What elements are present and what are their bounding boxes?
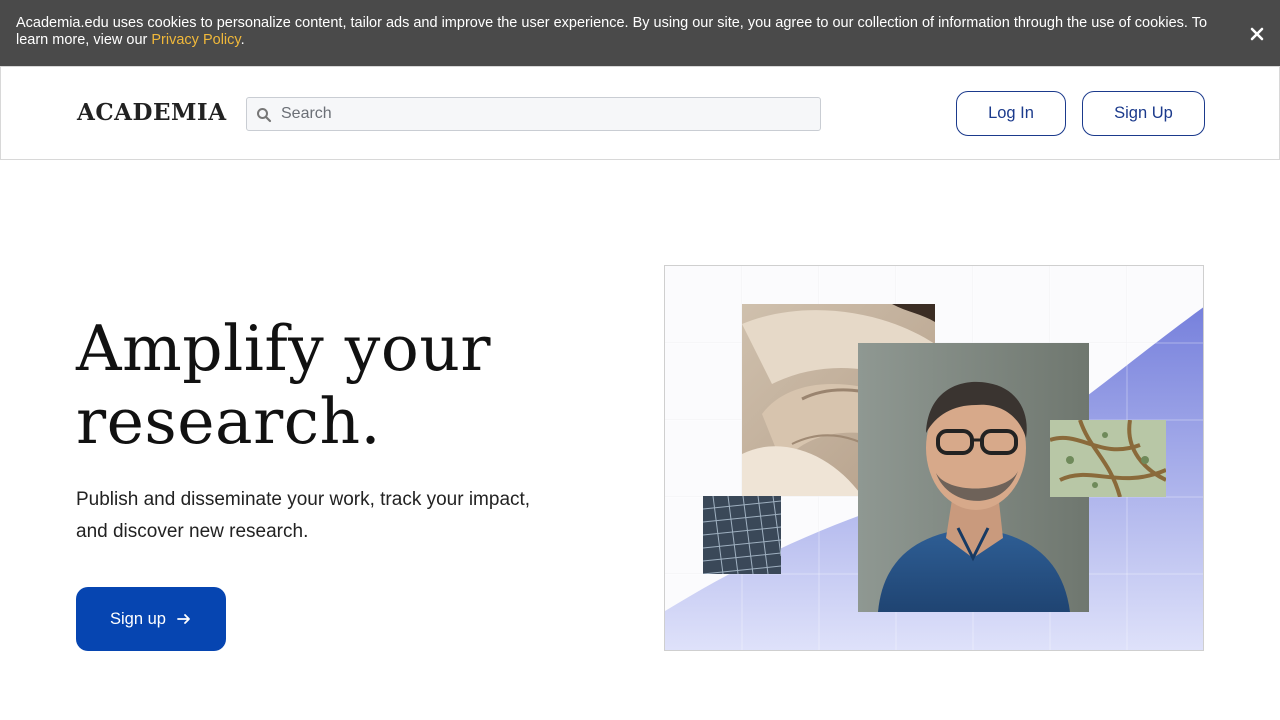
cookie-banner: Academia.edu uses cookies to personalize… [0,0,1280,66]
hero-illustration [664,265,1204,651]
hero-title: Amplify your research. [76,312,491,458]
hero-title-line2: research. [76,385,382,458]
search-icon [256,107,272,123]
cta-label: Sign up [110,609,166,628]
site-header: ACADEMIA Log In Sign Up [0,66,1280,160]
solar-panel-image [703,496,781,574]
microscopy-image [1050,420,1166,497]
log-in-button[interactable]: Log In [956,91,1066,136]
search-box[interactable] [246,97,821,131]
close-icon[interactable] [1247,24,1267,44]
arrow-right-icon [176,611,192,627]
privacy-policy-link[interactable]: Privacy Policy [151,32,240,48]
sign-up-cta-button[interactable]: Sign up [76,587,226,651]
cookie-banner-text: Academia.edu uses cookies to personalize… [16,15,1216,49]
hero-subtitle: Publish and disseminate your work, track… [76,489,531,542]
academia-logo[interactable]: ACADEMIA [77,99,227,126]
sign-up-header-button[interactable]: Sign Up [1082,91,1205,136]
hero-title-line1: Amplify your [76,312,492,385]
search-input[interactable] [281,98,811,130]
cookie-suffix: . [240,32,245,48]
